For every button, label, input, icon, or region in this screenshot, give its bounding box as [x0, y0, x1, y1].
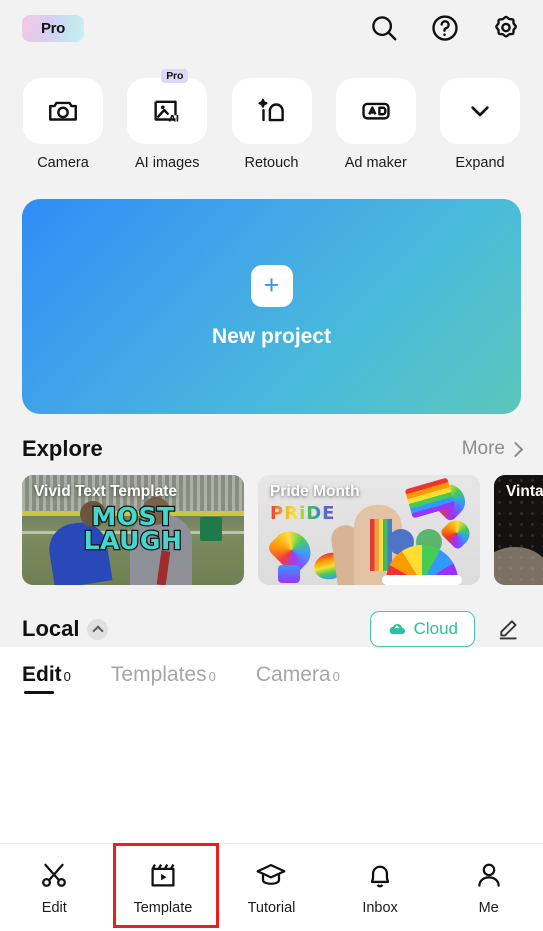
card-art-cloud: [382, 575, 462, 585]
explore-card[interactable]: PRiDE Pride Month: [258, 475, 480, 585]
tab-templates-count: 0: [208, 669, 216, 684]
nav-item-edit-label: Edit: [41, 900, 67, 916]
app-root: Pro Camera Pro AI AI images Retouch Ad m…: [0, 0, 543, 931]
explore-card-title: Vinta: [506, 483, 543, 500]
header-actions: [369, 13, 521, 43]
tab-camera-count: 0: [332, 669, 340, 684]
tool-ai-images-tile[interactable]: AI: [127, 78, 208, 144]
tool-retouch[interactable]: Retouch: [231, 78, 313, 171]
tool-camera-tile[interactable]: [23, 78, 103, 144]
tool-ad-maker[interactable]: Ad maker: [335, 78, 417, 171]
tool-retouch-label: Retouch: [244, 155, 299, 171]
nav-item-tutorial-label: Tutorial: [247, 900, 296, 916]
explore-card-list[interactable]: MOST LAUGH Vivid Text Template PRiDE Pri…: [0, 462, 543, 585]
explore-title: Explore: [22, 436, 103, 461]
person-icon: [477, 863, 500, 887]
help-icon[interactable]: [430, 13, 460, 43]
explore-header: Explore More: [0, 414, 543, 462]
tab-camera[interactable]: Camera 0: [256, 663, 340, 696]
nav-item-edit[interactable]: Edit: [0, 844, 109, 931]
explore-more-label: More: [461, 438, 505, 459]
explore-card-title: Vivid Text Template: [34, 483, 177, 500]
clapperboard-icon: [151, 864, 175, 887]
camera-icon: [49, 101, 77, 121]
card-overlay-text: MOST LAUGH: [22, 502, 244, 555]
collapse-toggle-button[interactable]: [87, 618, 109, 640]
graduation-cap-icon: [257, 864, 286, 885]
pro-badge[interactable]: Pro: [22, 14, 84, 42]
tool-ai-images[interactable]: Pro AI AI images: [126, 69, 208, 171]
explore-card[interactable]: MOST LAUGH Vivid Text Template: [22, 475, 244, 585]
ai-image-icon: AI: [154, 100, 179, 124]
tool-expand-label: Expand: [455, 155, 505, 171]
retouch-icon: [257, 98, 284, 122]
chevron-down-icon: [471, 106, 489, 117]
search-icon[interactable]: [369, 13, 399, 43]
scissors-icon: [42, 863, 67, 887]
ad-maker-icon: [362, 102, 390, 120]
bottom-navigation-bar: Edit Template Tutorial Inbox Me: [0, 843, 543, 931]
tool-ai-images-label: AI images: [135, 155, 200, 171]
cloud-upload-icon: [389, 624, 405, 635]
cloud-button[interactable]: Cloud: [369, 611, 475, 647]
card-art-badge: [278, 565, 300, 583]
nav-item-inbox[interactable]: Inbox: [326, 844, 435, 931]
new-project-card[interactable]: + New project: [22, 199, 521, 414]
app-header: Pro: [0, 0, 543, 56]
nav-item-me[interactable]: Me: [434, 844, 543, 931]
tool-camera[interactable]: Camera: [22, 78, 104, 171]
new-project-label: New project: [211, 324, 332, 348]
tab-edit-count: 0: [63, 669, 71, 684]
nav-item-me-label: Me: [478, 900, 499, 916]
tool-camera-label: Camera: [37, 155, 89, 171]
local-title: Local: [22, 616, 80, 641]
explore-card[interactable]: Vinta: [494, 475, 543, 585]
tab-edit-label: Edit: [22, 663, 62, 686]
card-sticker-word: PRiDE: [270, 503, 336, 524]
local-empty-content: [0, 696, 543, 843]
new-project-section: + New project: [0, 171, 543, 414]
explore-more-button[interactable]: More: [461, 438, 524, 460]
tool-shortcuts-row: Camera Pro AI AI images Retouch Ad maker…: [0, 56, 543, 171]
chevron-up-icon: [92, 624, 104, 637]
tab-templates[interactable]: Templates 0: [111, 663, 216, 696]
tool-ad-maker-tile[interactable]: [335, 78, 416, 144]
nav-item-tutorial[interactable]: Tutorial: [217, 844, 326, 931]
local-content-panel: Edit 0 Templates 0 Camera 0: [0, 647, 543, 843]
tool-ad-maker-label: Ad maker: [344, 155, 407, 171]
cloud-button-label: Cloud: [413, 619, 458, 638]
local-tab-bar: Edit 0 Templates 0 Camera 0: [0, 647, 543, 696]
explore-card-title: Pride Month: [270, 483, 360, 500]
tool-ai-images-pro-badge: Pro: [161, 69, 189, 83]
svg-text:AI: AI: [169, 114, 179, 124]
tool-expand-tile[interactable]: [440, 78, 520, 144]
card-overlay-line2: LAUGH: [82, 525, 183, 555]
settings-icon[interactable]: [491, 13, 521, 43]
tab-camera-label: Camera: [255, 663, 331, 686]
local-header: Local Cloud: [0, 585, 543, 647]
nav-item-template[interactable]: Template: [109, 844, 218, 931]
card-overlay-line1: MOST: [90, 502, 175, 531]
card-art-shape: [494, 547, 543, 585]
nav-item-template-label: Template: [133, 900, 193, 916]
tab-edit[interactable]: Edit 0: [22, 663, 71, 696]
tool-expand[interactable]: Expand: [439, 78, 521, 171]
edit-pencil-icon[interactable]: [495, 616, 521, 642]
chevron-right-icon: [507, 441, 524, 457]
bell-icon: [370, 865, 390, 888]
plus-icon: +: [250, 264, 293, 307]
nav-item-inbox-label: Inbox: [362, 900, 398, 916]
tab-templates-label: Templates: [110, 663, 207, 686]
tool-retouch-tile[interactable]: [231, 78, 312, 144]
